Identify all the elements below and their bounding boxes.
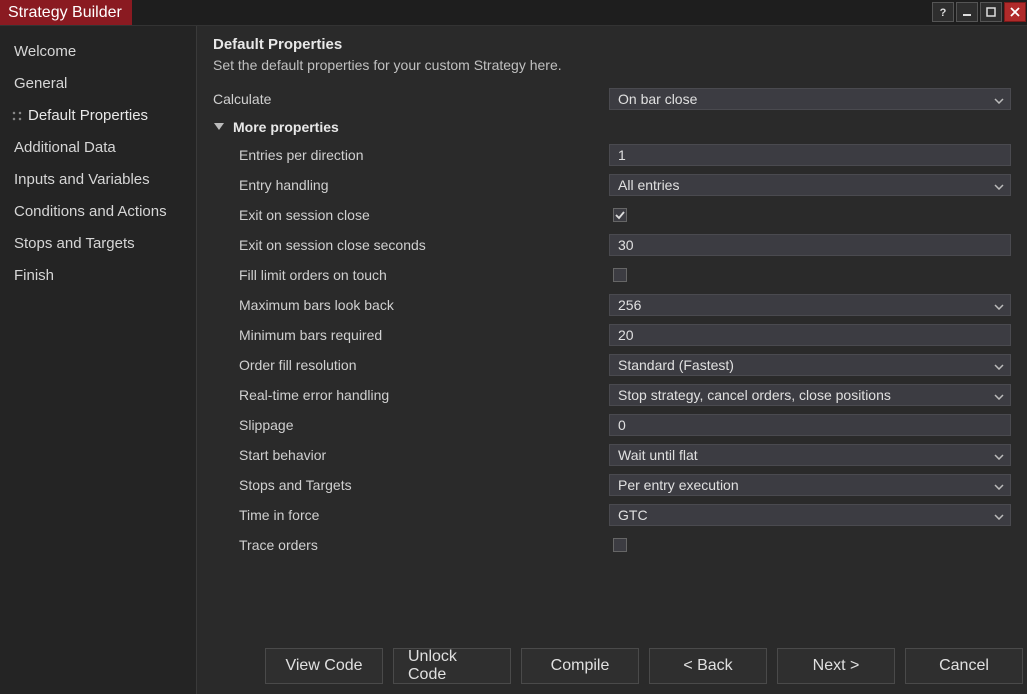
input-entries-per-direction[interactable]: 1: [609, 144, 1011, 166]
row-entry-handling: Entry handling All entries: [213, 173, 1011, 197]
compile-button[interactable]: Compile: [521, 648, 639, 684]
chevron-down-icon: [994, 387, 1004, 403]
chevron-down-icon: [994, 357, 1004, 373]
row-min-bars-required: Minimum bars required 20: [213, 323, 1011, 347]
row-entries-per-direction: Entries per direction 1: [213, 143, 1011, 167]
section-more-properties-label: More properties: [233, 119, 339, 135]
select-entry-handling[interactable]: All entries: [609, 174, 1011, 196]
view-code-button[interactable]: View Code: [265, 648, 383, 684]
sidebar-item-default-properties[interactable]: Default Properties: [0, 100, 196, 132]
row-order-fill-resolution: Order fill resolution Standard (Fastest): [213, 353, 1011, 377]
input-slippage[interactable]: 0: [609, 414, 1011, 436]
page-subtitle: Set the default properties for your cust…: [213, 57, 1011, 73]
unlock-code-button[interactable]: Unlock Code: [393, 648, 511, 684]
row-time-in-force: Time in force GTC: [213, 503, 1011, 527]
title-bar: Strategy Builder ?: [0, 0, 1027, 26]
select-realtime-error-handling-value: Stop strategy, cancel orders, close posi…: [618, 387, 891, 403]
label-fill-limit-orders: Fill limit orders on touch: [213, 267, 609, 283]
select-max-bars-look-back-value: 256: [618, 297, 641, 313]
title-spacer: [132, 0, 931, 25]
label-realtime-error-handling: Real-time error handling: [213, 387, 609, 403]
chevron-down-icon: [994, 91, 1004, 107]
help-button[interactable]: ?: [932, 2, 954, 22]
select-calculate[interactable]: On bar close: [609, 88, 1011, 110]
svg-text:?: ?: [940, 7, 947, 18]
select-calculate-value: On bar close: [618, 91, 697, 107]
row-calculate: Calculate On bar close: [213, 87, 1011, 111]
label-trace-orders: Trace orders: [213, 537, 609, 553]
row-max-bars-look-back: Maximum bars look back 256: [213, 293, 1011, 317]
select-time-in-force-value: GTC: [618, 507, 648, 523]
cancel-button[interactable]: Cancel: [905, 648, 1023, 684]
select-max-bars-look-back[interactable]: 256: [609, 294, 1011, 316]
select-entry-handling-value: All entries: [618, 177, 679, 193]
section-more-properties[interactable]: More properties: [213, 119, 1011, 135]
sidebar-item-general[interactable]: General: [0, 68, 196, 100]
select-realtime-error-handling[interactable]: Stop strategy, cancel orders, close posi…: [609, 384, 1011, 406]
sidebar-item-finish[interactable]: Finish: [0, 260, 196, 292]
select-stops-targets-value: Per entry execution: [618, 477, 739, 493]
main-area: Welcome General Default Properties Addit…: [0, 26, 1027, 694]
row-fill-limit-orders: Fill limit orders on touch: [213, 263, 1011, 287]
chevron-down-icon: [994, 507, 1004, 523]
label-entries-per-direction: Entries per direction: [213, 147, 609, 163]
minimize-button[interactable]: [956, 2, 978, 22]
row-slippage: Slippage 0: [213, 413, 1011, 437]
label-min-bars-required: Minimum bars required: [213, 327, 609, 343]
select-time-in-force[interactable]: GTC: [609, 504, 1011, 526]
label-max-bars-look-back: Maximum bars look back: [213, 297, 609, 313]
row-exit-on-session-close-seconds: Exit on session close seconds 30: [213, 233, 1011, 257]
label-time-in-force: Time in force: [213, 507, 609, 523]
page-title: Default Properties: [213, 36, 1011, 53]
sidebar-item-additional-data[interactable]: Additional Data: [0, 132, 196, 164]
wizard-footer: View Code Unlock Code Compile < Back Nex…: [213, 640, 1011, 694]
chevron-down-icon: [994, 447, 1004, 463]
back-button[interactable]: < Back: [649, 648, 767, 684]
row-start-behavior: Start behavior Wait until flat: [213, 443, 1011, 467]
content-panel: Default Properties Set the default prope…: [197, 26, 1027, 694]
label-start-behavior: Start behavior: [213, 447, 609, 463]
select-start-behavior[interactable]: Wait until flat: [609, 444, 1011, 466]
wizard-steps-sidebar: Welcome General Default Properties Addit…: [0, 26, 197, 694]
close-button[interactable]: [1004, 2, 1026, 22]
row-realtime-error-handling: Real-time error handling Stop strategy, …: [213, 383, 1011, 407]
input-min-bars-required[interactable]: 20: [609, 324, 1011, 346]
select-order-fill-resolution[interactable]: Standard (Fastest): [609, 354, 1011, 376]
chevron-down-icon: [994, 477, 1004, 493]
sidebar-item-conditions-actions[interactable]: Conditions and Actions: [0, 196, 196, 228]
checkbox-trace-orders[interactable]: [613, 538, 627, 552]
select-order-fill-resolution-value: Standard (Fastest): [618, 357, 734, 373]
checkbox-fill-limit-orders[interactable]: [613, 268, 627, 282]
label-exit-on-session-close: Exit on session close: [213, 207, 609, 223]
chevron-down-icon: [994, 177, 1004, 193]
next-button[interactable]: Next >: [777, 648, 895, 684]
sidebar-item-welcome[interactable]: Welcome: [0, 36, 196, 68]
label-calculate: Calculate: [213, 91, 609, 107]
select-stops-targets[interactable]: Per entry execution: [609, 474, 1011, 496]
label-entry-handling: Entry handling: [213, 177, 609, 193]
select-start-behavior-value: Wait until flat: [618, 447, 698, 463]
sidebar-item-stops-targets[interactable]: Stops and Targets: [0, 228, 196, 260]
label-stops-targets: Stops and Targets: [213, 477, 609, 493]
sidebar-item-inputs-variables[interactable]: Inputs and Variables: [0, 164, 196, 196]
window-title: Strategy Builder: [0, 0, 132, 25]
label-exit-on-session-close-seconds: Exit on session close seconds: [213, 237, 609, 253]
input-exit-on-session-close-seconds[interactable]: 30: [609, 234, 1011, 256]
more-properties-group: Entries per direction 1 Entry handling A…: [213, 143, 1011, 563]
label-order-fill-resolution: Order fill resolution: [213, 357, 609, 373]
row-exit-on-session-close: Exit on session close: [213, 203, 1011, 227]
row-trace-orders: Trace orders: [213, 533, 1011, 557]
maximize-button[interactable]: [980, 2, 1002, 22]
checkbox-exit-on-session-close[interactable]: [613, 208, 627, 222]
row-stops-targets: Stops and Targets Per entry execution: [213, 473, 1011, 497]
chevron-down-icon: [994, 297, 1004, 313]
label-slippage: Slippage: [213, 417, 609, 433]
triangle-down-icon: [213, 121, 225, 133]
